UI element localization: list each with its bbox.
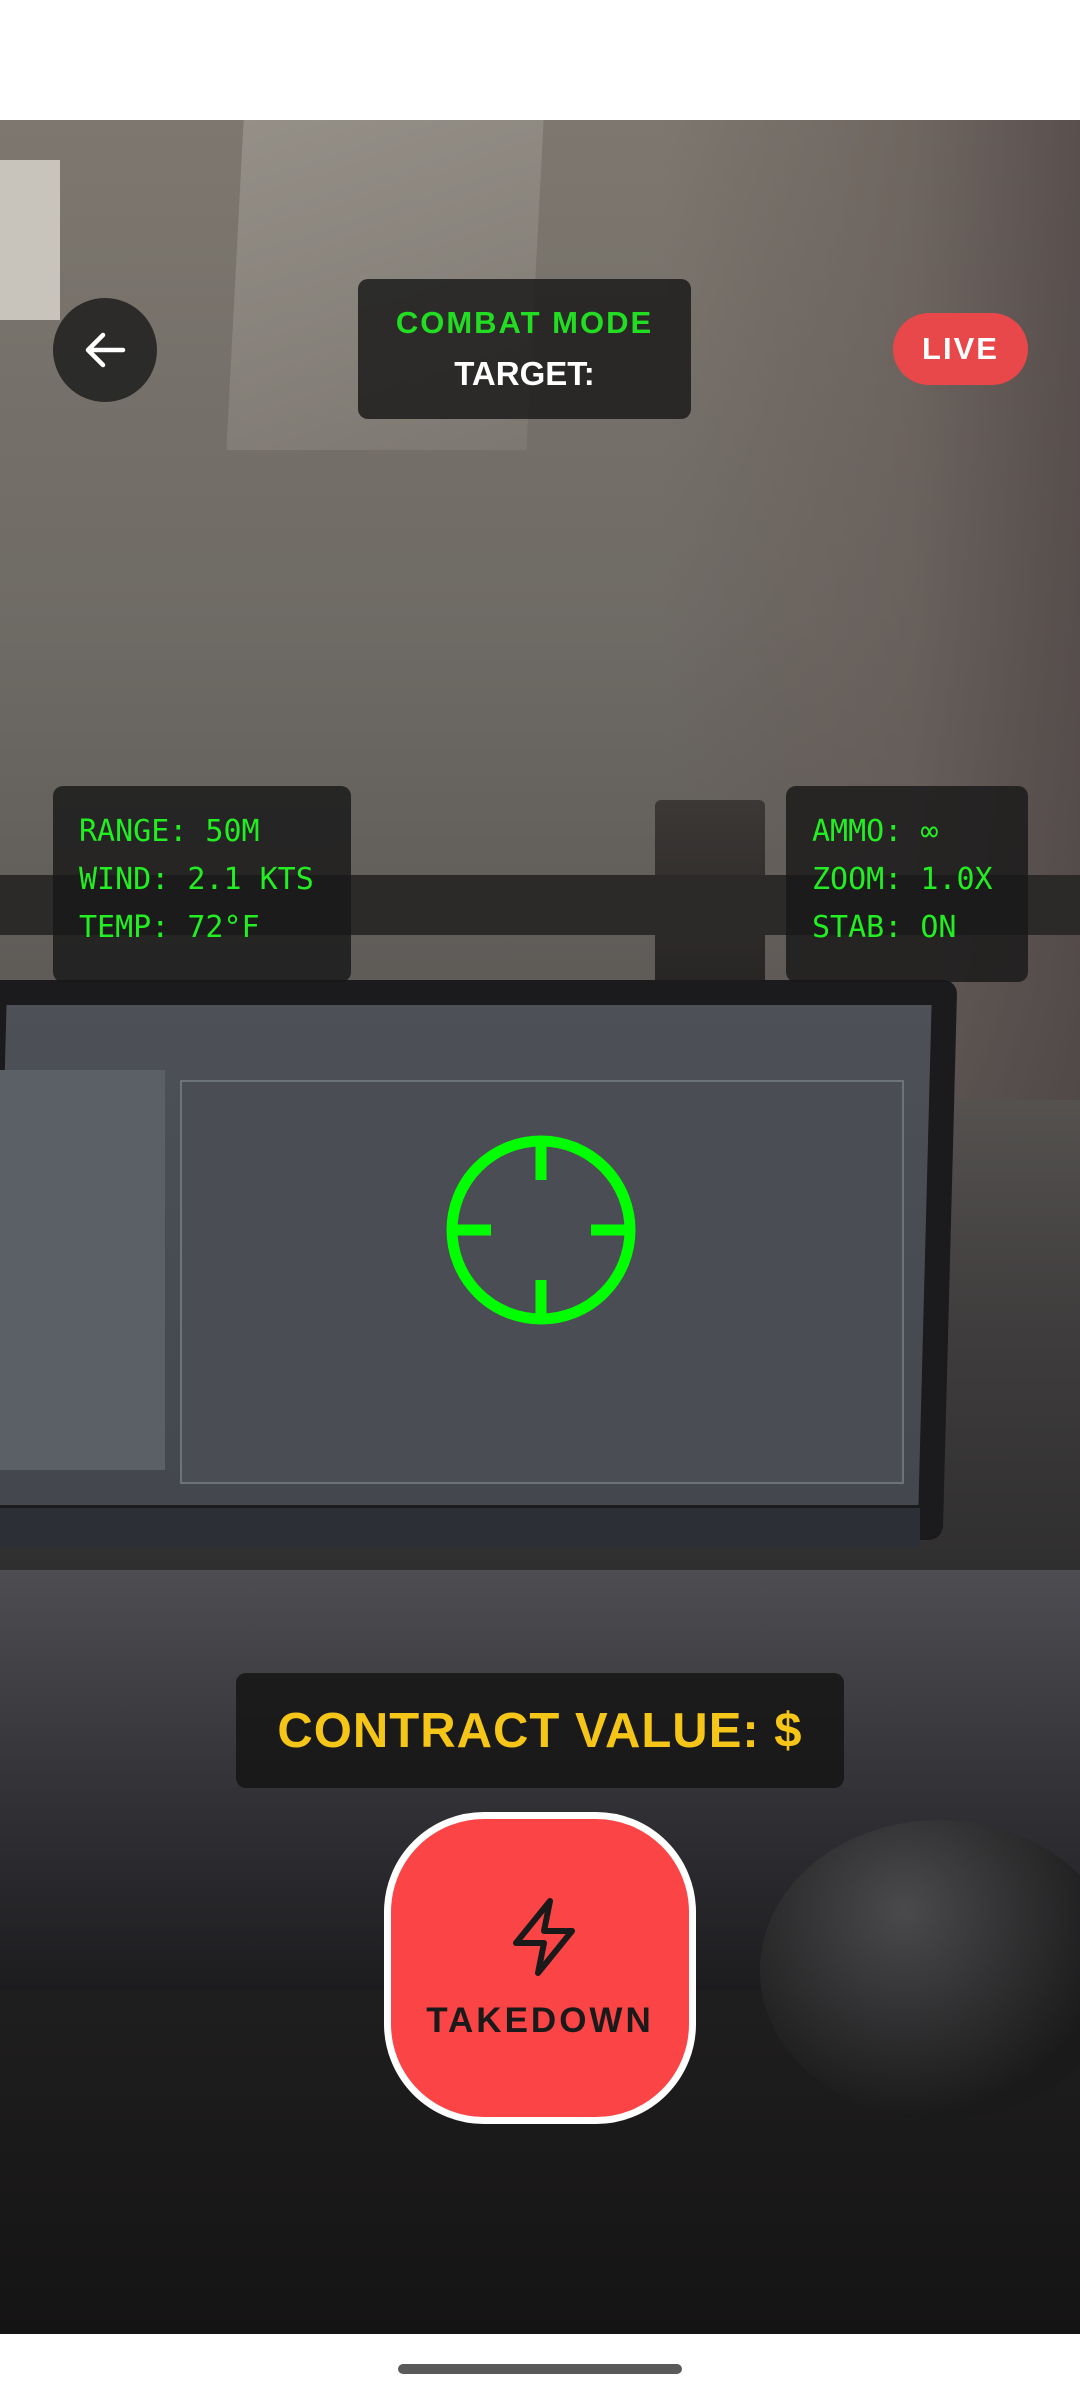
contract-value-banner: CONTRACT VALUE: $: [236, 1673, 844, 1788]
zoom-readout: ZOOM: 1.0X: [812, 862, 993, 897]
ammo-readout: AMMO: ∞: [812, 814, 939, 849]
combat-mode-card: COMBAT MODE TARGET:: [358, 279, 691, 419]
hud-environment-panel: RANGE: 50M WIND: 2.1 KTS TEMP: 72°F: [53, 786, 351, 982]
wind-readout: WIND: 2.1 KTS: [79, 862, 314, 897]
status-bar-area: [0, 0, 1080, 120]
range-readout: RANGE: 50M: [79, 814, 260, 849]
arrow-left-icon: [85, 332, 126, 368]
crosshair-icon: [446, 1135, 636, 1325]
takedown-button[interactable]: TAKEDOWN: [384, 1812, 696, 2124]
takedown-label: TAKEDOWN: [426, 2001, 654, 2040]
target-label: TARGET:: [454, 355, 595, 392]
back-button[interactable]: [53, 298, 157, 402]
temp-readout: TEMP: 72°F: [79, 910, 260, 945]
stab-readout: STAB: ON: [812, 910, 957, 945]
wall-switch: [0, 160, 60, 320]
live-badge: LIVE: [893, 313, 1028, 385]
mode-title: COMBAT MODE: [395, 305, 654, 340]
lightning-bolt-icon: [513, 1898, 575, 1976]
hud-weapon-panel: AMMO: ∞ ZOOM: 1.0X STAB: ON: [786, 786, 1028, 982]
home-gesture-bar[interactable]: [398, 2364, 682, 2374]
